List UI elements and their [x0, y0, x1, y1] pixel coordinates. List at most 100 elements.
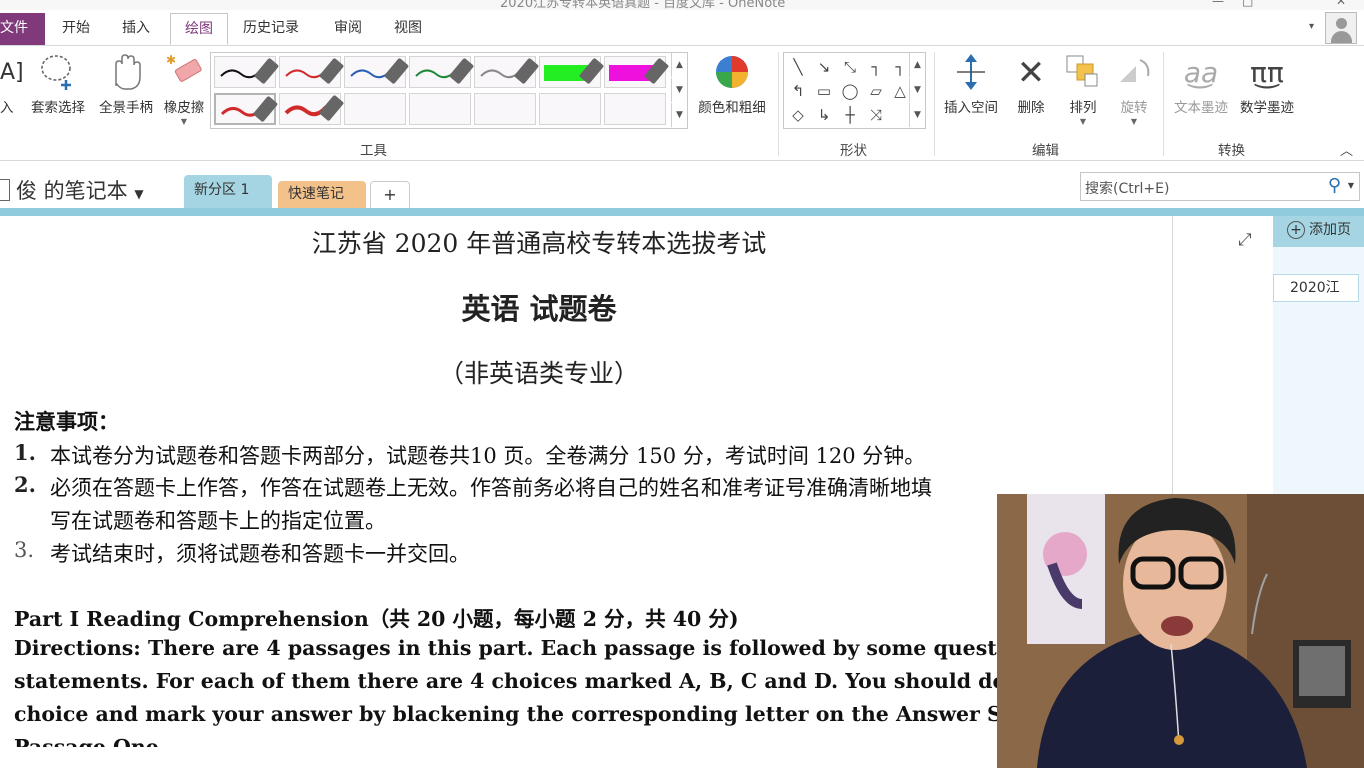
group-separator: [1163, 52, 1164, 156]
pen-slot-empty[interactable]: [604, 93, 666, 125]
pen-slot-empty[interactable]: [344, 93, 406, 125]
corner-shape-icon[interactable]: ┐: [864, 56, 888, 78]
pen-gallery: ▲ ▼ ▼: [210, 52, 688, 129]
minimize-icon[interactable]: —: [1212, 0, 1224, 8]
double-arrow-shape-icon[interactable]: ⤡: [838, 56, 862, 78]
shapes-scroll-down-icon[interactable]: ▼: [909, 78, 925, 102]
pen-red-thick-selected[interactable]: [214, 93, 279, 125]
arrange-icon: [1058, 50, 1108, 96]
pen-green[interactable]: [409, 56, 475, 88]
chevron-down-icon[interactable]: ▼: [1348, 181, 1354, 190]
pen-gray[interactable]: [474, 56, 540, 88]
line-shape-icon[interactable]: ╲: [786, 56, 810, 78]
chevron-down-icon: ▼: [1130, 117, 1138, 126]
note-number: 3.: [14, 538, 35, 562]
lasso-select-button[interactable]: 套索选择: [26, 50, 90, 134]
arrange-label: 排列: [1069, 100, 1097, 116]
tab-review[interactable]: 审阅: [326, 13, 370, 45]
highlighter-magenta[interactable]: [604, 56, 670, 88]
pan-hand-button[interactable]: 全景手柄: [94, 50, 158, 134]
search-placeholder: 搜索(Ctrl+E): [1085, 181, 1170, 197]
tab-draw[interactable]: 绘图: [170, 13, 228, 45]
delete-button[interactable]: ✕ 删除: [1008, 50, 1054, 134]
eraser-label: 橡皮擦: [163, 100, 205, 116]
highlighter-green[interactable]: [539, 56, 605, 88]
pen-slot-empty[interactable]: [409, 93, 471, 125]
hand-icon: [94, 50, 158, 96]
user-avatar-icon[interactable]: [1325, 12, 1357, 44]
section-color-strip: [0, 208, 1364, 216]
gallery-scroll-down-icon[interactable]: ▼: [671, 78, 687, 102]
color-thickness-button[interactable]: 颜色和粗细: [692, 50, 772, 134]
rotate-icon: [1110, 50, 1158, 96]
gallery-scroll-up-icon[interactable]: ▲: [671, 53, 687, 77]
color-wheel-icon: [692, 50, 772, 96]
search-icon[interactable]: ⚲: [1328, 175, 1341, 196]
notes-heading: 注意事项：: [14, 409, 119, 434]
ink-to-text-button[interactable]: a͜a 文本墨迹: [1168, 50, 1234, 134]
chevron-down-icon: ▼: [180, 117, 188, 126]
pen-blue[interactable]: [344, 56, 410, 88]
arrow-shape-icon[interactable]: ↘: [812, 56, 836, 78]
delete-x-icon: ✕: [1016, 53, 1046, 93]
type-button[interactable]: A] 入: [0, 50, 24, 134]
note-2: 必须在答题卡上作答，作答在试题卷上无效。作答前务必将自己的姓名和准考证号准确清晰…: [50, 476, 932, 500]
rotate-button[interactable]: 旋转 ▼: [1110, 50, 1158, 134]
notebook-picker[interactable]: 俊 的笔记本 ▼: [0, 175, 144, 205]
group-separator: [934, 52, 935, 156]
shapes-more-icon[interactable]: ▼: [909, 103, 925, 127]
notebook-bar: 俊 的笔记本 ▼ 新分区 1 快速笔记 + 搜索(Ctrl+E) ⚲ ▼: [0, 161, 1364, 209]
axis-3d-shape-icon[interactable]: ⤨: [864, 104, 888, 126]
tab-home[interactable]: 开始: [54, 13, 98, 45]
note-3: 考试结束时，须将试题卷和答题卡一并交回。: [50, 542, 470, 566]
diamond-shape-icon[interactable]: ◇: [786, 104, 810, 126]
pen-black[interactable]: [214, 56, 280, 88]
section-tab-new-1[interactable]: 新分区 1: [184, 175, 272, 209]
add-section-button[interactable]: +: [370, 181, 410, 209]
pen-slot-empty[interactable]: [539, 93, 601, 125]
elbow-arrow-shape-icon[interactable]: ↰: [786, 80, 810, 102]
restore-icon[interactable]: □: [1242, 0, 1253, 8]
pen-red-thick[interactable]: [279, 93, 345, 125]
insert-space-icon: [938, 50, 1004, 96]
group-label-edit: 编辑: [1032, 143, 1059, 159]
ink-to-math-button[interactable]: π͜π 数学墨迹: [1234, 50, 1300, 134]
rectangle-shape-icon[interactable]: ▭: [812, 80, 836, 102]
ribbon-options-icon[interactable]: ▾: [1309, 21, 1314, 32]
arrange-button[interactable]: 排列 ▼: [1058, 50, 1108, 134]
tab-insert[interactable]: 插入: [114, 13, 158, 45]
close-icon[interactable]: ✕: [1336, 0, 1346, 8]
tab-view[interactable]: 视图: [386, 13, 430, 45]
collapse-ribbon-icon[interactable]: ︿: [1340, 140, 1353, 159]
part1-heading: Part I Reading Comprehension（共 20 小题，每小题…: [14, 607, 739, 631]
eraser-button[interactable]: ✱ 橡皮擦 ▼: [160, 50, 208, 134]
expand-icon[interactable]: ⤢: [1238, 230, 1252, 250]
note-2-cont: 写在试题卷和答题卡上的指定位置。: [50, 509, 386, 533]
menu-file[interactable]: 文件: [0, 13, 45, 45]
note-number: 1.: [14, 440, 36, 465]
parallelogram-shape-icon[interactable]: ▱: [864, 80, 888, 102]
pen-red[interactable]: [279, 56, 345, 88]
title-bar: 2020江苏专转本英语真题 - 百度文库 - OneNote — □ ✕: [0, 0, 1364, 10]
group-label-convert: 转换: [1218, 143, 1245, 159]
insert-space-button[interactable]: 插入空间: [938, 50, 1004, 134]
rotate-label: 旋转: [1120, 100, 1148, 116]
directions-line-1: Directions: There are 4 passages in this…: [14, 636, 1045, 660]
search-input[interactable]: 搜索(Ctrl+E) ⚲ ▼: [1080, 172, 1360, 201]
menu-bar: 文件 开始 插入 绘图 历史记录 审阅 视图 ▾: [0, 10, 1364, 45]
pen-slot-empty[interactable]: [474, 93, 536, 125]
tab-history[interactable]: 历史记录: [235, 13, 307, 45]
webcam-overlay: [997, 494, 1364, 768]
gallery-more-icon[interactable]: ▼: [671, 103, 687, 127]
shapes-gallery: ╲ ↘ ⤡ ┐ ┐ ↰ ▭ ◯ ▱ △ ◇ ↳ ┼ ⤨ ▲ ▼ ▼: [783, 52, 926, 129]
axis-cross-shape-icon[interactable]: ┼: [838, 104, 862, 126]
doc-subtitle: 英语 试题卷: [461, 292, 617, 326]
page-list-item[interactable]: 2020江: [1273, 274, 1359, 302]
ellipse-shape-icon[interactable]: ◯: [838, 80, 862, 102]
notebook-name: 俊 的笔记本: [16, 179, 128, 203]
add-page-button[interactable]: + 添加页: [1273, 216, 1364, 247]
section-tab-quick-notes[interactable]: 快速笔记: [278, 181, 366, 209]
plus-icon: +: [1287, 221, 1305, 239]
shapes-scroll-up-icon[interactable]: ▲: [909, 53, 925, 77]
axis-2d-shape-icon[interactable]: ↳: [812, 104, 836, 126]
